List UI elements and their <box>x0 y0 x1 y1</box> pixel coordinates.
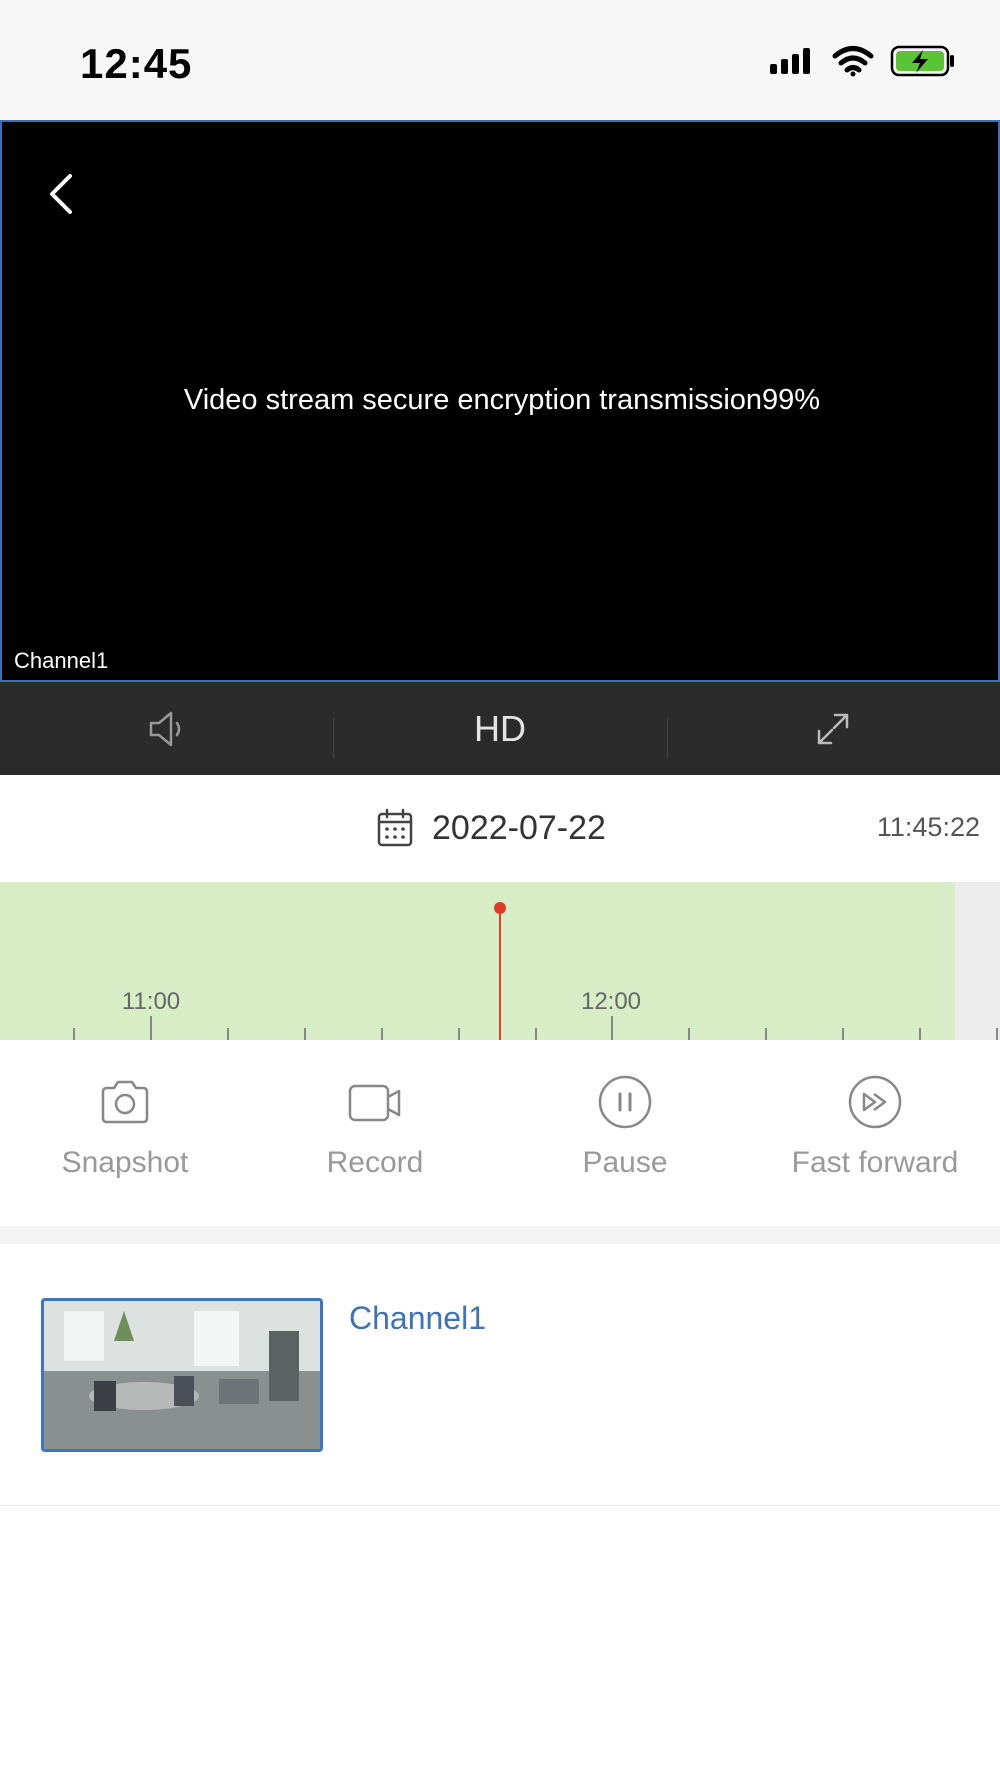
snapshot-button[interactable]: Snapshot <box>0 1040 250 1226</box>
wifi-icon <box>832 46 874 77</box>
timeline-tick <box>919 1028 921 1040</box>
stream-status-message: Video stream secure encryption transmiss… <box>183 384 821 416</box>
video-player[interactable]: Video stream secure encryption transmiss… <box>0 120 1000 682</box>
timeline-tick <box>996 1028 998 1040</box>
timeline-tick <box>535 1028 537 1040</box>
back-arrow-icon[interactable] <box>42 162 92 222</box>
timeline-label-1200: 12:00 <box>580 988 642 1015</box>
playback-actions: Snapshot Record Pause Fast forward <box>0 1040 1000 1226</box>
timeline-tick <box>765 1028 767 1040</box>
record-label: Record <box>326 1146 424 1179</box>
pause-button[interactable]: Pause <box>500 1040 750 1226</box>
date-row: 2022-07-22 11:45:22 <box>0 775 1000 882</box>
video-channel-label: Channel1 <box>14 648 109 673</box>
record-button[interactable]: Record <box>250 1040 500 1226</box>
mute-button[interactable] <box>0 682 333 775</box>
battery-charging-icon <box>890 45 954 77</box>
timeline-tick <box>611 1016 613 1040</box>
snapshot-label: Snapshot <box>61 1146 189 1179</box>
timeline-label-1100: 11:00 <box>121 988 181 1015</box>
section-divider <box>0 1226 1000 1244</box>
status-bar: 12:45 <box>0 0 1000 120</box>
timeline-tick <box>304 1028 306 1040</box>
playhead-handle[interactable] <box>494 902 506 914</box>
fast-forward-icon <box>848 1075 902 1129</box>
timeline-tick <box>688 1028 690 1040</box>
speaker-icon <box>149 711 180 746</box>
cellular-signal-icon <box>770 48 810 74</box>
playhead-line[interactable] <box>499 908 501 1040</box>
date-picker[interactable]: 2022-07-22 <box>376 808 606 848</box>
fast-forward-button[interactable]: Fast forward <box>750 1040 1000 1226</box>
pause-icon <box>598 1075 652 1129</box>
timeline-tick <box>73 1028 75 1040</box>
channel-name[interactable]: Channel1 <box>349 1300 486 1337</box>
fast-forward-label: Fast forward <box>791 1146 959 1179</box>
playback-timeline[interactable]: 11:00 12:00 <box>0 882 1000 1040</box>
quality-label: HD <box>473 707 526 749</box>
calendar-icon <box>377 808 413 847</box>
quality-button[interactable]: HD <box>333 682 666 775</box>
channel-thumbnail[interactable] <box>41 1298 323 1452</box>
timeline-tick <box>842 1028 844 1040</box>
timeline-tick <box>381 1028 383 1040</box>
video-camera-icon <box>348 1084 401 1122</box>
playback-time: 11:45:22 <box>876 812 980 842</box>
fullscreen-button[interactable] <box>666 682 1000 775</box>
player-control-bar: HD <box>0 682 1000 775</box>
playback-date: 2022-07-22 <box>432 808 606 847</box>
office-preview-image <box>44 1301 320 1449</box>
recorded-segment <box>0 882 955 1040</box>
timeline-tick <box>458 1028 460 1040</box>
timeline-tick <box>150 1016 152 1040</box>
timeline-tick <box>227 1028 229 1040</box>
pause-label: Pause <box>582 1146 668 1179</box>
expand-icon <box>818 713 849 744</box>
status-icons <box>768 44 956 78</box>
camera-icon <box>101 1080 149 1124</box>
status-time: 12:45 <box>80 40 193 87</box>
channel-list-item[interactable]: Channel1 <box>0 1244 1000 1506</box>
